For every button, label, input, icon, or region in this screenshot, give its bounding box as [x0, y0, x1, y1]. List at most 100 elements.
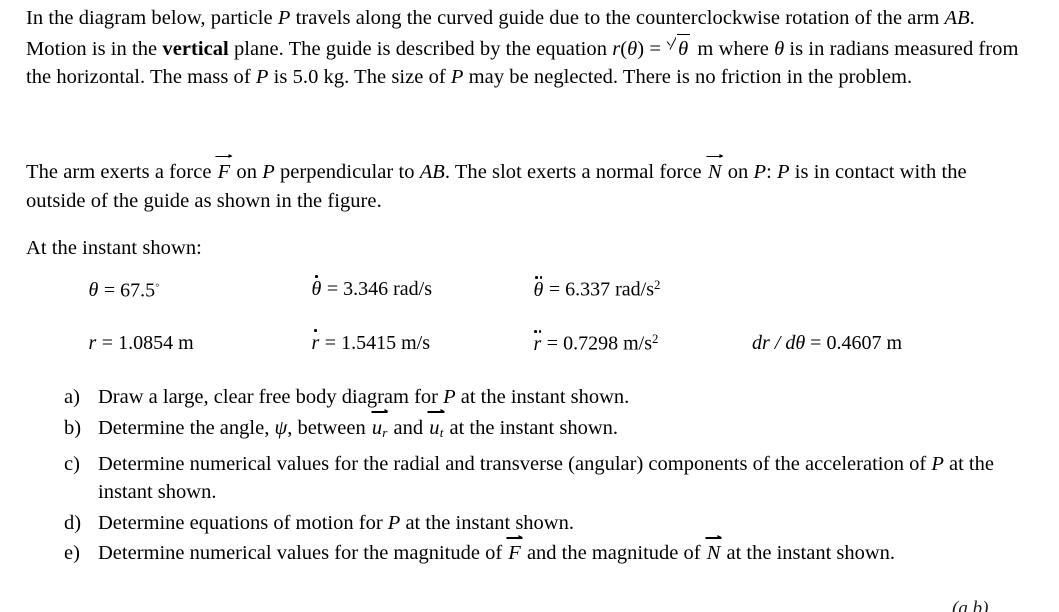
question-text: Determine numerical values for the magni… [98, 535, 1036, 568]
equals-sign: = [321, 278, 344, 300]
question-text: Determine numerical values for the radia… [98, 452, 994, 504]
vector-N-label: N [707, 161, 722, 183]
equals-sign: = [319, 332, 342, 354]
question-text: Determine the angle, ψ, between ur and u… [98, 409, 1036, 448]
numeric-value: 1.5415 [341, 332, 397, 354]
variable-P-2: P [255, 66, 269, 88]
unit-label: m [173, 332, 194, 354]
clipped-bottom-text: (a b) [952, 598, 989, 612]
forces-seg-4: . The slot exerts a normal force [444, 161, 707, 183]
unit-label: m/s [396, 332, 430, 354]
intro-seg-5: where [713, 37, 775, 60]
given-value-cell: r = 1.5415 m/s [311, 329, 430, 355]
question-marker: d) [64, 511, 82, 534]
variable-P-force-3: P [777, 161, 790, 183]
variable-P-force-2: P [753, 161, 767, 183]
derivative-dr-dtheta: dr / dθ [752, 332, 806, 354]
symbol-θ-0dot: θ [88, 279, 99, 302]
question-marker: b) [64, 416, 82, 439]
equals-sign: = [543, 278, 566, 301]
symbol-θ-2dot: θ [533, 276, 544, 302]
unit-exponent: 2 [654, 278, 661, 292]
forces-seg-6: : [766, 161, 778, 183]
equals-sign: = [805, 332, 827, 354]
given-value-cell: r = 1.0854 m [88, 332, 194, 355]
symbol-r-0dot-symbol: r [88, 332, 97, 354]
question-item-a: a) Draw a large, clear free body diagram … [26, 383, 1036, 412]
question-text: Determine equations of motion for P at t… [98, 511, 574, 534]
instant-label: At the instant shown: [26, 237, 202, 259]
question-item-d: d) Determine equations of motion for P at… [26, 509, 1036, 538]
given-values-grid: θ = 67.5◦ θ = 3.346 rad/s θ = 6.337 rad/s2… [26, 275, 1036, 386]
intro-seg-8: may be neglected. There is no friction i… [463, 66, 913, 88]
equation-equals: = [644, 37, 667, 60]
numeric-value: 6.337 [565, 278, 611, 301]
equation-unit-meters: m [692, 37, 714, 60]
sqrt-radicand-theta: θ [678, 37, 689, 60]
question-text: Draw a large, clear free body diagram fo… [98, 386, 630, 408]
vector-u-t-icon-letter: u [429, 416, 440, 439]
question-item-b: b) Determine the angle, ψ, between ur and… [26, 409, 1036, 448]
degree-icon: ◦ [155, 278, 160, 292]
given-values-row: r = 1.0854 mr = 1.5415 m/s r = 0.7298 m/s… [26, 329, 1036, 386]
inline-variable: P [931, 452, 944, 475]
variable-P-force-1: P [262, 161, 275, 183]
intro-seg-7: is 5.0 kg. The size of [268, 66, 451, 88]
question-item-e: e) Determine numerical values for the mag… [26, 535, 1036, 568]
equation-theta: θ [627, 37, 638, 60]
forces-seg-1: The arm exerts a force [26, 161, 217, 183]
inline-variable: P [443, 386, 456, 408]
vector-u-r-icon: ur [371, 409, 389, 448]
unit-label: m/s [618, 332, 652, 355]
vector-N-icon: N [706, 153, 724, 187]
forces-seg-5: on [722, 161, 754, 183]
unit-label: rad/s [388, 278, 432, 300]
inline-variable: P [387, 511, 401, 534]
given-values-row: θ = 67.5◦ θ = 3.346 rad/s θ = 6.337 rad/s2 [26, 275, 1036, 332]
symbol-r-1dot-symbol: r [311, 332, 320, 354]
vector-u-t-icon: ut [427, 409, 446, 448]
vector-N-icon: N [705, 535, 723, 568]
vector-N-icon-letter: N [706, 542, 721, 565]
equals-sign: = [98, 279, 121, 302]
numeric-value: 1.0854 [118, 332, 174, 354]
vector-u-t-icon-subscript: t [439, 425, 444, 441]
vector-F-label: F [217, 161, 231, 183]
inline-variable: ψ [274, 416, 288, 439]
symbol-r-1dot: r [311, 329, 320, 355]
variable-AB-force: AB [419, 161, 445, 183]
symbol-r-2dot-symbol: r [533, 332, 542, 355]
intro-seg-2: travels along the curved guide due to th… [290, 7, 945, 29]
numeric-value: 0.7298 [563, 332, 619, 355]
unit-label: rad/s [610, 278, 654, 301]
question-marker: e) [64, 542, 80, 565]
equals-sign: = [96, 332, 119, 354]
given-value-cell: θ = 3.346 rad/s [311, 275, 432, 301]
forces-paragraph: The arm exerts a force F on P perpendicu… [26, 153, 1026, 215]
symbol-r-0dot: r [88, 332, 97, 355]
variable-P: P [277, 7, 291, 29]
given-value-cell: r = 0.7298 m/s2 [533, 330, 659, 356]
variable-AB: AB [944, 7, 970, 29]
unit-label: m [881, 332, 903, 354]
question-marker: a) [64, 386, 80, 408]
question-marker: c) [64, 452, 80, 475]
question-list: a) Draw a large, clear free body diagram … [26, 383, 1036, 570]
square-root-icon: θ [666, 33, 692, 64]
given-value-cell: θ = 67.5◦ [88, 278, 160, 302]
forces-seg-2: on [231, 161, 263, 183]
numeric-value: 3.346 [343, 278, 389, 300]
question-item-c: c) Determine numerical values for the rad… [26, 450, 1036, 507]
unit-exponent: 2 [651, 332, 659, 346]
given-value-cell: dr / dθ = 0.4607 m [752, 332, 902, 355]
intro-seg-4: plane. The guide is described by the equ… [228, 37, 613, 60]
emphasis-vertical: vertical [162, 37, 229, 60]
numeric-value: 0.4607 [826, 332, 882, 354]
variable-theta: θ [774, 37, 785, 60]
vector-F-icon: F [215, 153, 233, 187]
vector-u-r-icon-letter: u [371, 416, 383, 439]
symbol-θ-0dot-symbol: θ [88, 279, 99, 302]
numeric-value: 67.5 [120, 279, 156, 302]
vector-u-r-icon-subscript: r [382, 425, 388, 441]
symbol-r-2dot: r [533, 330, 542, 356]
